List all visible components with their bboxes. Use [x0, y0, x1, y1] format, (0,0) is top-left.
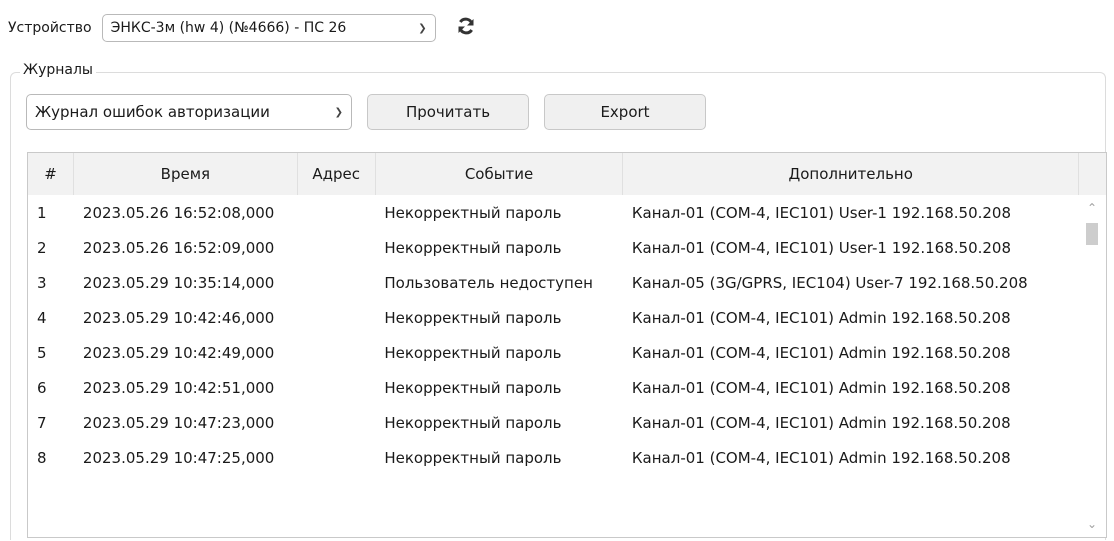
table-row[interactable]: 4 2023.05.29 10:42:46,000 Некорректный п… — [28, 300, 1078, 335]
table-body: 1 2023.05.26 16:52:08,000 Некорректный п… — [28, 195, 1078, 475]
cell-number: 2 — [37, 238, 47, 257]
chevron-down-icon: ❯ — [418, 22, 427, 34]
cell-number: 6 — [37, 378, 47, 397]
device-select[interactable]: ЭНКС-3м (hw 4) (№4666) - ПС 26 ❯ — [101, 14, 436, 42]
cell-time: 2023.05.29 10:42:49,000 — [82, 343, 275, 362]
cell-time: 2023.05.26 16:52:09,000 — [82, 238, 275, 257]
journal-type-value: Журнал ошибок авторизации — [35, 103, 270, 121]
journals-legend: Журналы — [20, 62, 96, 78]
cell-event: Некорректный пароль — [384, 203, 562, 222]
table-row[interactable]: 6 2023.05.29 10:42:51,000 Некорректный п… — [28, 370, 1078, 405]
cell-extra: Канал-01 (COM-4, IEC101) Admin 192.168.5… — [631, 448, 1011, 467]
cell-event: Некорректный пароль — [384, 448, 562, 467]
refresh-button[interactable] — [454, 16, 478, 40]
refresh-icon — [456, 16, 476, 40]
chevron-down-icon: ❯ — [334, 106, 343, 118]
device-select-value: ЭНКС-3м (hw 4) (№4666) - ПС 26 — [110, 20, 347, 36]
cell-extra: Канал-01 (COM-4, IEC101) Admin 192.168.5… — [631, 378, 1011, 397]
column-header-time[interactable]: Время — [74, 153, 298, 195]
chevron-up-icon[interactable]: ⌃ — [1078, 197, 1106, 219]
export-button[interactable]: Export — [544, 94, 706, 130]
cell-number: 4 — [37, 308, 47, 327]
cell-time: 2023.05.26 16:52:08,000 — [82, 203, 275, 222]
cell-time: 2023.05.29 10:42:46,000 — [82, 308, 275, 327]
cell-time: 2023.05.29 10:42:51,000 — [82, 378, 275, 397]
cell-extra: Канал-01 (COM-4, IEC101) User-1 192.168.… — [631, 203, 1012, 222]
cell-time: 2023.05.29 10:47:23,000 — [82, 413, 275, 432]
cell-event: Некорректный пароль — [384, 308, 562, 327]
cell-event: Пользователь недоступен — [384, 273, 593, 292]
cell-number: 1 — [37, 203, 47, 222]
cell-extra: Канал-01 (COM-4, IEC101) Admin 192.168.5… — [631, 413, 1011, 432]
table-row[interactable]: 3 2023.05.29 10:35:14,000 Пользователь н… — [28, 265, 1078, 300]
cell-number: 5 — [37, 343, 47, 362]
cell-event: Некорректный пароль — [384, 238, 562, 257]
column-header-address[interactable]: Адрес — [298, 153, 376, 195]
table-row[interactable]: 1 2023.05.26 16:52:08,000 Некорректный п… — [28, 195, 1078, 230]
cell-number: 8 — [37, 448, 47, 467]
cell-extra: Канал-05 (3G/GPRS, IEC104) User-7 192.16… — [631, 273, 1028, 292]
table-row[interactable]: 2 2023.05.26 16:52:09,000 Некорректный п… — [28, 230, 1078, 265]
journal-table: # Время Адрес Событие Дополнительно 1 20… — [27, 152, 1107, 538]
cell-extra: Канал-01 (COM-4, IEC101) Admin 192.168.5… — [631, 308, 1011, 327]
cell-extra: Канал-01 (COM-4, IEC101) User-1 192.168.… — [631, 238, 1012, 257]
table-row[interactable]: 5 2023.05.29 10:42:49,000 Некорректный п… — [28, 335, 1078, 370]
chevron-down-icon[interactable]: ⌄ — [1078, 513, 1106, 535]
cell-extra: Канал-01 (COM-4, IEC101) Admin 192.168.5… — [631, 343, 1011, 362]
table-header: # Время Адрес Событие Дополнительно — [28, 153, 1106, 195]
journals-toolbar: Журнал ошибок авторизации ❯ Прочитать Ex… — [26, 94, 706, 130]
cell-number: 3 — [37, 273, 47, 292]
journal-type-select[interactable]: Журнал ошибок авторизации ❯ — [26, 94, 352, 130]
cell-event: Некорректный пароль — [384, 413, 562, 432]
cell-time: 2023.05.29 10:47:25,000 — [82, 448, 275, 467]
table-row[interactable]: 8 2023.05.29 10:47:25,000 Некорректный п… — [28, 440, 1078, 475]
device-row: Устройство ЭНКС-3м (hw 4) (№4666) - ПС 2… — [8, 14, 478, 42]
table-row[interactable]: 7 2023.05.29 10:47:23,000 Некорректный п… — [28, 405, 1078, 440]
read-button[interactable]: Прочитать — [367, 94, 529, 130]
column-header-extra[interactable]: Дополнительно — [623, 153, 1080, 195]
cell-number: 7 — [37, 413, 47, 432]
scrollbar-thumb[interactable] — [1086, 223, 1098, 245]
cell-event: Некорректный пароль — [384, 343, 562, 362]
vertical-scrollbar[interactable]: ⌃ ⌄ — [1078, 195, 1106, 537]
cell-event: Некорректный пароль — [384, 378, 562, 397]
column-header-filler — [1079, 153, 1106, 195]
column-header-number[interactable]: # — [28, 153, 74, 195]
device-label: Устройство — [8, 20, 92, 36]
cell-time: 2023.05.29 10:35:14,000 — [82, 273, 275, 292]
column-header-event[interactable]: Событие — [376, 153, 624, 195]
